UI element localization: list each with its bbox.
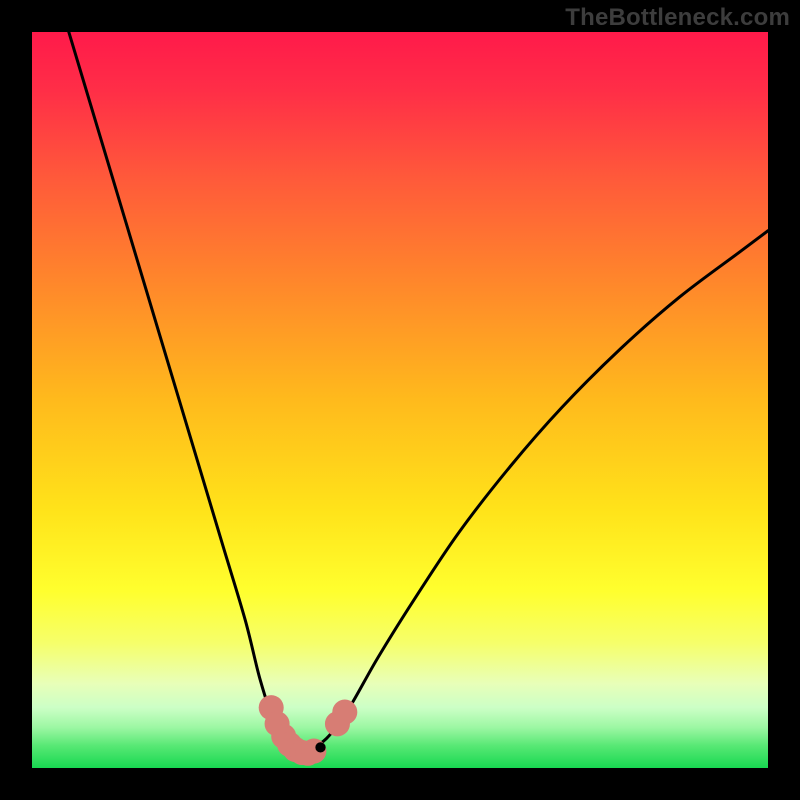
watermark-text: TheBottleneck.com — [565, 4, 790, 32]
plot-area — [32, 32, 768, 768]
marker-min-dot — [315, 742, 325, 752]
chart-canvas — [32, 32, 768, 768]
chart-frame: TheBottleneck.com — [0, 0, 800, 800]
marker-dot — [332, 700, 357, 725]
gradient-background — [32, 32, 768, 768]
